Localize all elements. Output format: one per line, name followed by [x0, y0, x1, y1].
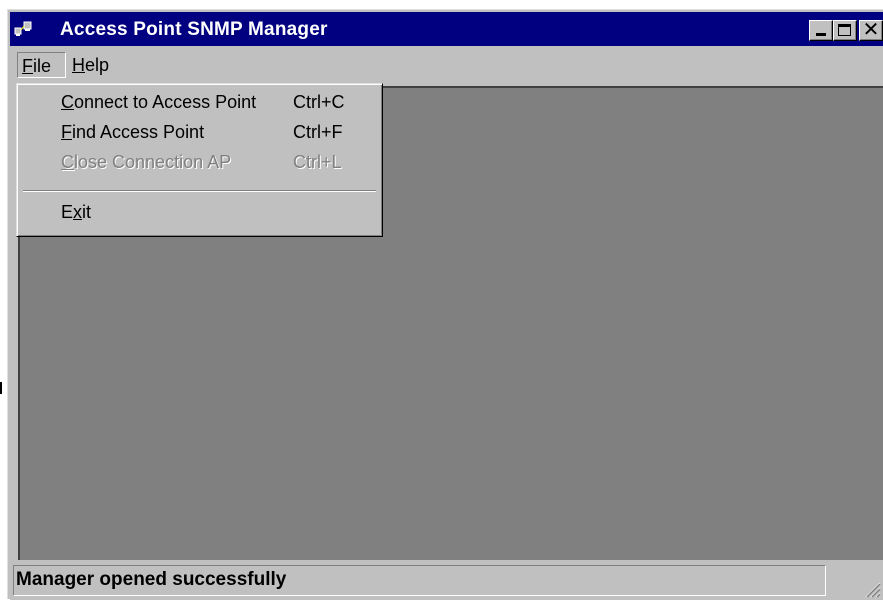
menu-help-mnemonic: H [72, 55, 85, 75]
menu-item-find-shortcut: Ctrl+F [293, 122, 343, 142]
file-menu-dropdown: Connect to Access Point Ctrl+C Find Acce… [16, 83, 383, 237]
menu-file[interactable]: File [17, 52, 66, 78]
menu-file-mnemonic: F [22, 56, 33, 76]
resize-grip-icon[interactable] [861, 578, 881, 598]
menu-item-connect-shortcut: Ctrl+C [293, 92, 345, 112]
menu-item-exit[interactable]: Exit [19, 198, 380, 226]
menu-item-find-mnemonic: F [61, 122, 72, 142]
close-icon: ✕ [862, 17, 880, 41]
menu-item-exit-label: Exit [61, 198, 91, 226]
window-controls: ✕ [809, 17, 883, 41]
minimize-button[interactable] [809, 20, 833, 41]
maximize-icon [838, 24, 851, 36]
status-bar: Manager opened successfully [10, 563, 883, 600]
menu-item-exit-rest: it [82, 202, 92, 222]
close-button[interactable]: ✕ [859, 17, 883, 41]
menu-item-connect-rest: onnect to Access Point [74, 92, 257, 112]
menu-help-label: elp [85, 55, 110, 75]
menu-item-connect[interactable]: Connect to Access Point Ctrl+C [19, 88, 380, 116]
menu-item-close-connection-mnemonic: C [61, 152, 74, 172]
title-bar[interactable]: Access Point SNMP Manager ✕ [10, 12, 883, 46]
menu-item-exit-pre: E [61, 202, 74, 222]
edge-mark [0, 382, 2, 394]
minimize-icon [816, 33, 826, 36]
menu-item-close-connection: Close Connection AP Ctrl+L [19, 148, 380, 176]
menu-help[interactable]: Help [68, 52, 128, 78]
menu-item-close-connection-shortcut: Ctrl+L [293, 152, 342, 172]
menu-item-close-connection-rest: lose Connection AP [74, 152, 232, 172]
menu-item-find[interactable]: Find Access Point Ctrl+F [19, 118, 380, 146]
menu-item-exit-mnemonic: x [73, 202, 83, 222]
menu-item-find-rest: ind Access Point [72, 122, 205, 142]
network-computers-icon[interactable] [14, 20, 34, 38]
menu-item-connect-mnemonic: C [61, 92, 74, 112]
status-text: Manager opened successfully [16, 569, 287, 590]
menu-separator [23, 190, 376, 192]
menu-bar: File Help [10, 48, 883, 82]
menu-item-find-label: Find Access Point [61, 118, 204, 146]
menu-item-connect-label: Connect to Access Point [61, 88, 256, 116]
menu-file-label: ile [33, 56, 52, 76]
menu-item-close-connection-label: Close Connection AP [61, 148, 231, 176]
app-window: Access Point SNMP Manager ✕ File Help Co… [7, 9, 883, 600]
status-panel: Manager opened successfully [13, 565, 826, 596]
window-title: Access Point SNMP Manager [60, 19, 328, 40]
maximize-button[interactable] [833, 20, 857, 41]
